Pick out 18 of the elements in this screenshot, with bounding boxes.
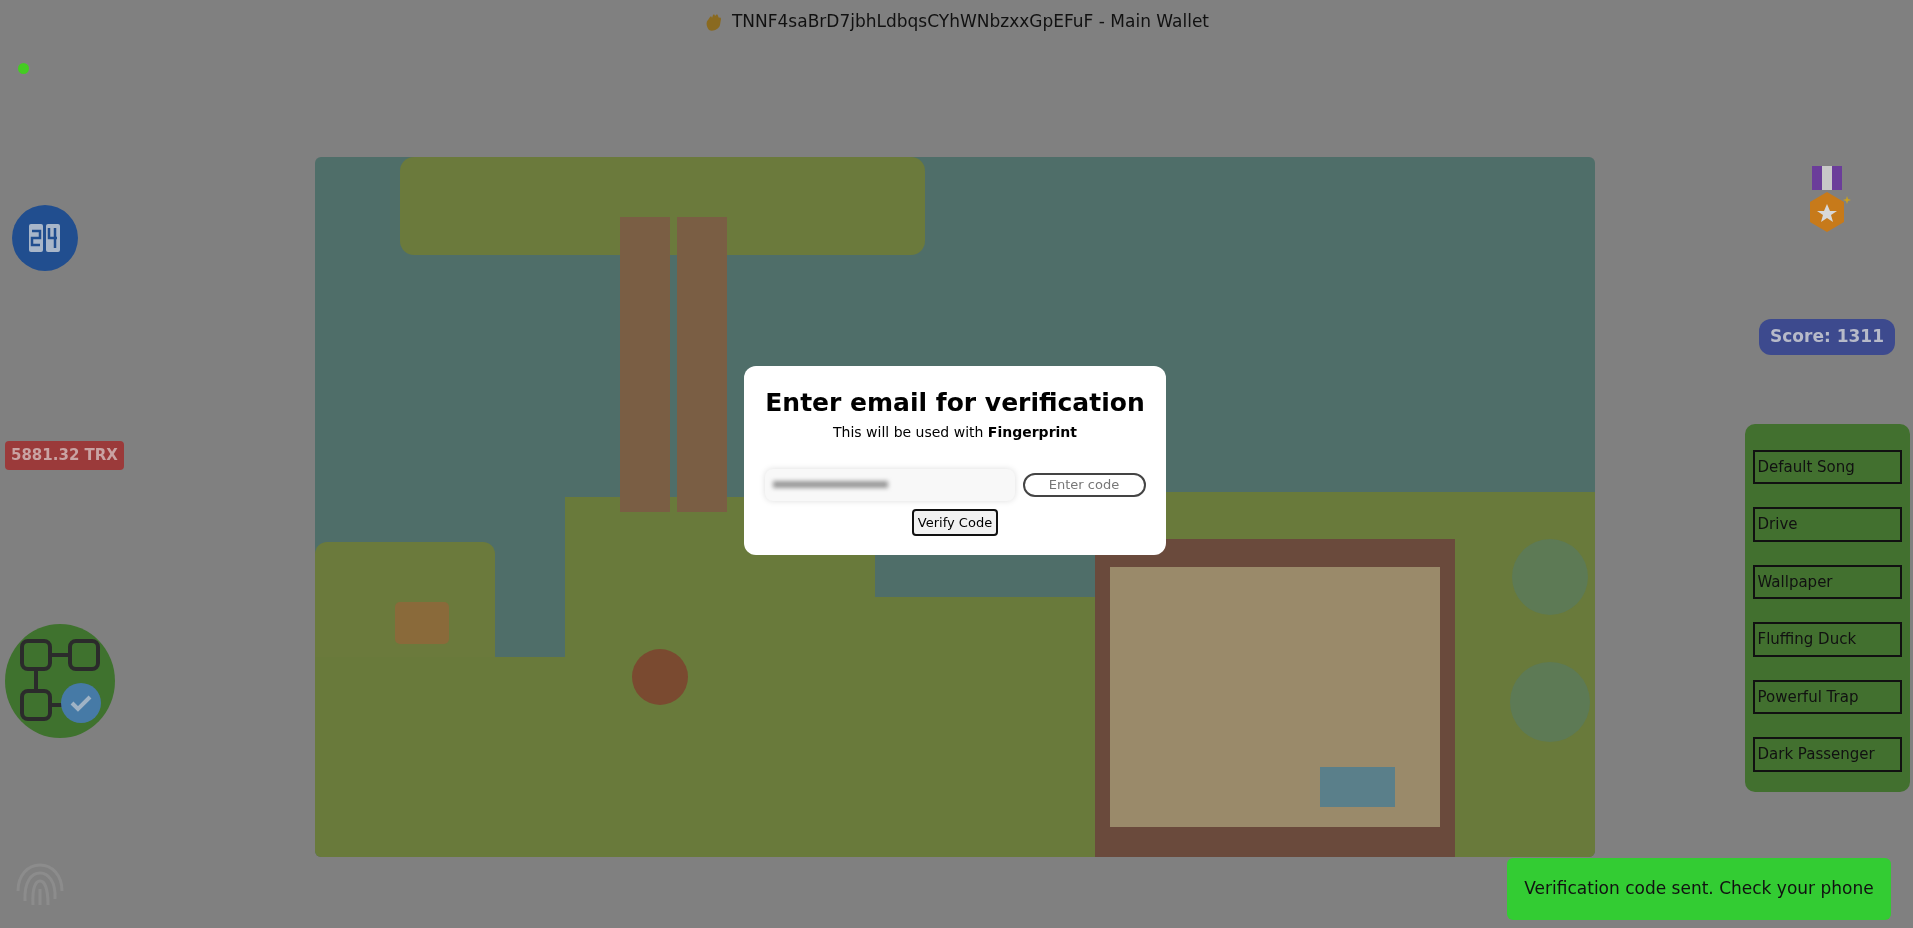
verify-button[interactable]: Verify Code bbox=[911, 508, 999, 536]
song-button[interactable]: Wallpaper bbox=[1752, 564, 1902, 599]
toast-message: Verification code sent. Check your phone bbox=[1507, 858, 1891, 920]
song-button[interactable]: Drive bbox=[1752, 507, 1902, 542]
score-label: Score: 1311 bbox=[1759, 319, 1895, 355]
dialog-subtitle: This will be used with Fingerprint bbox=[832, 422, 1078, 442]
balance-label: 5881.32 TRX bbox=[5, 441, 124, 470]
code-field[interactable]: Enter code bbox=[1022, 472, 1146, 497]
dialog-title: Enter email for verification bbox=[764, 387, 1146, 419]
window-title: TNNF4saBrD7jbhLdbqsCYhWNbzxxGpEFuF - Main Wallet bbox=[731, 10, 1210, 34]
network-check-icon[interactable] bbox=[5, 623, 115, 739]
song-button[interactable]: Dark Passenger bbox=[1752, 737, 1902, 772]
status-dot-icon bbox=[18, 63, 29, 74]
song-button[interactable]: Fluffing Duck bbox=[1752, 622, 1902, 657]
song-button[interactable]: Powerful Trap bbox=[1752, 679, 1902, 714]
counter-icon[interactable] bbox=[11, 204, 79, 272]
song-button[interactable]: Default Song bbox=[1752, 449, 1902, 484]
email-field[interactable] bbox=[764, 468, 1015, 501]
